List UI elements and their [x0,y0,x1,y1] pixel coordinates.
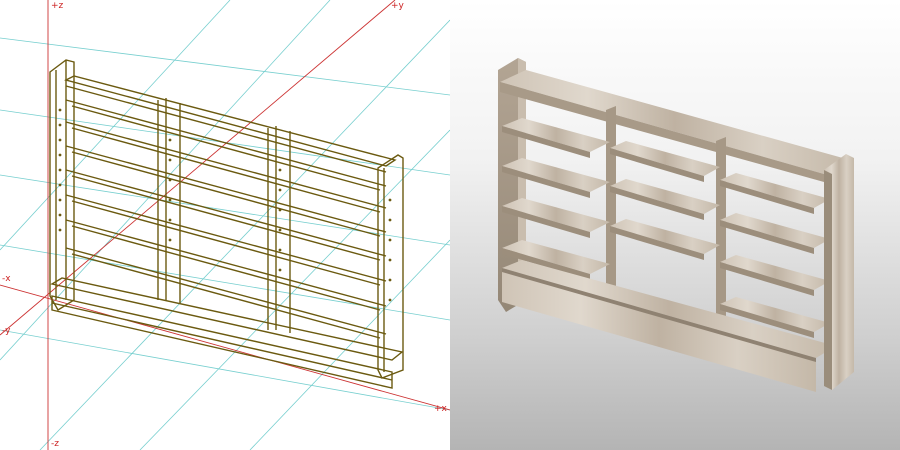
axis-label-plus-z: +z [51,1,64,11]
axis-label-plus-x: +x [434,404,448,414]
grid-lines [0,0,450,450]
render-canvas [498,58,854,392]
divider-left [606,106,616,300]
bookshelf-render [498,58,854,392]
render-viewport[interactable] [450,0,900,450]
axis-label-plus-y: +y [391,1,405,11]
wireframe-canvas: +z +y -x -y +x -z [0,0,450,450]
divider-right [716,137,726,330]
axis-label-minus-z: -z [51,439,59,449]
axis-lines [0,0,450,450]
wireframe-shelves [65,99,387,339]
axis-label-minus-x: -x [2,274,11,284]
bookshelf-wireframe [49,59,404,389]
axis-label-minus-y: -y [2,326,11,336]
wireframe-viewport[interactable]: +z +y -x -y +x -z [0,0,450,450]
